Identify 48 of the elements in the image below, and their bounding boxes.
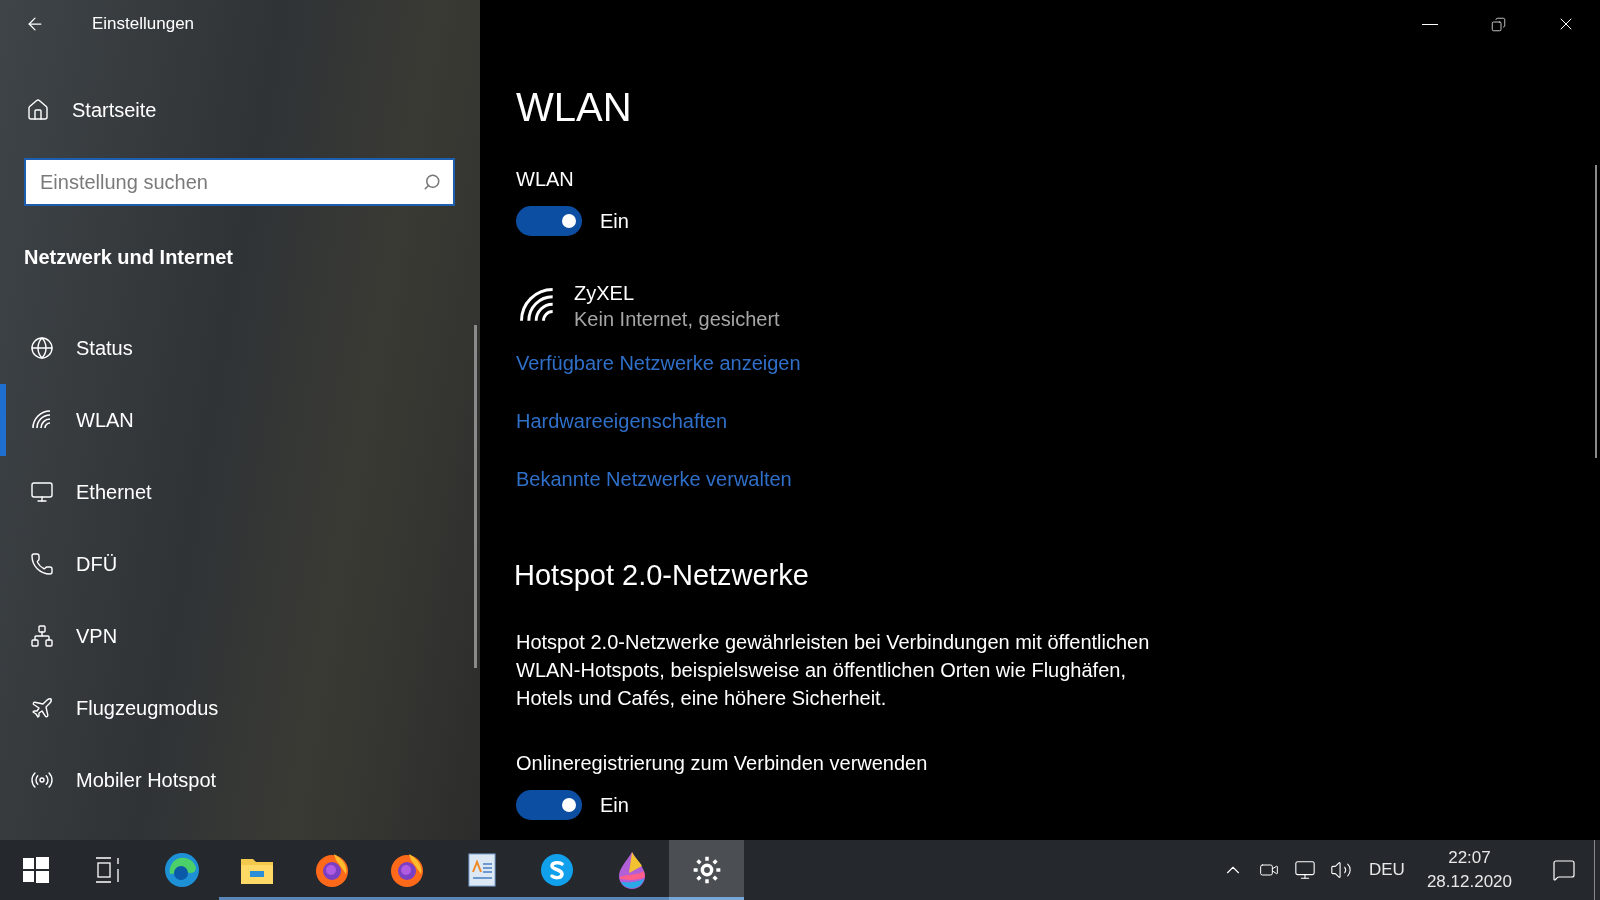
settings-link[interactable]: Verfügbare Netzwerke anzeigen bbox=[516, 350, 801, 376]
taskbar-app[interactable] bbox=[669, 840, 744, 900]
toggle-state: Ein bbox=[600, 209, 629, 234]
home-icon bbox=[26, 98, 50, 122]
phone-icon bbox=[30, 552, 54, 576]
monitor-icon bbox=[30, 480, 54, 504]
nav-item[interactable]: Mobiler Hotspot bbox=[0, 744, 480, 816]
nav-item[interactable]: Flugzeugmodus bbox=[0, 672, 480, 744]
setting-label: WLAN bbox=[516, 167, 575, 192]
nav-item[interactable]: Ethernet bbox=[0, 456, 480, 528]
clock[interactable]: 22:07 28.12.2020 bbox=[1426, 846, 1512, 894]
speaker-icon bbox=[1330, 859, 1352, 881]
restore-icon bbox=[1490, 16, 1506, 32]
clock-time: 22:07 bbox=[1448, 847, 1491, 869]
monitor-icon bbox=[1294, 859, 1316, 881]
chat-app-icon bbox=[538, 852, 575, 888]
settings-link[interactable]: Bekannte Netzwerke verwalten bbox=[516, 466, 792, 492]
windows-logo-icon bbox=[23, 857, 49, 883]
clock-date: 28.12.2020 bbox=[1426, 871, 1512, 893]
document-icon bbox=[465, 852, 498, 888]
toggle-switch[interactable] bbox=[516, 206, 582, 236]
toggle-switch[interactable] bbox=[516, 789, 582, 820]
settings-link[interactable]: Hardwareeigenschaften bbox=[516, 408, 728, 434]
toggle-state: Ein bbox=[600, 792, 629, 818]
language-indicator[interactable]: DEU bbox=[1369, 857, 1405, 883]
search-field[interactable]: Einstellung suchen bbox=[24, 158, 455, 206]
window-title: Einstellungen bbox=[92, 13, 195, 36]
fox-browser-icon bbox=[313, 852, 350, 888]
network-name: ZyXEL bbox=[574, 281, 636, 306]
description-text: Hotspot 2.0-Netzwerke gewährleisten bei Verbindungen mit öffentlichen WLAN-Hotspots, beispielsweise an öffentlichen Orten wie Flughäfen, Hotels und Cafés, eine höhere Sicherheit. bbox=[516, 629, 1151, 711]
globe-icon bbox=[30, 336, 54, 360]
airplane-icon bbox=[30, 696, 54, 720]
message-icon bbox=[1552, 858, 1576, 882]
network-status: Kein Internet, gesichert bbox=[574, 307, 780, 332]
setting-label: Onlineregistrierung zum Verbinden verwenden bbox=[516, 750, 929, 776]
nav-item[interactable]: Status bbox=[0, 312, 480, 384]
page-title: WLAN bbox=[516, 84, 633, 131]
section-heading: Netzwerk und Internet bbox=[24, 245, 234, 270]
nav-item[interactable]: DFÜ bbox=[0, 528, 480, 600]
paint-drop-icon bbox=[616, 851, 647, 889]
section-heading: Hotspot 2.0-Netzwerke bbox=[514, 558, 810, 593]
minimize-icon bbox=[1422, 23, 1438, 25]
nav-item[interactable]: VPN bbox=[0, 600, 480, 672]
home-link[interactable]: Startseite bbox=[26, 95, 480, 125]
search-icon bbox=[423, 173, 441, 191]
task-view-icon bbox=[95, 857, 121, 883]
network-icon bbox=[30, 624, 54, 648]
fox-browser-icon bbox=[388, 852, 425, 888]
